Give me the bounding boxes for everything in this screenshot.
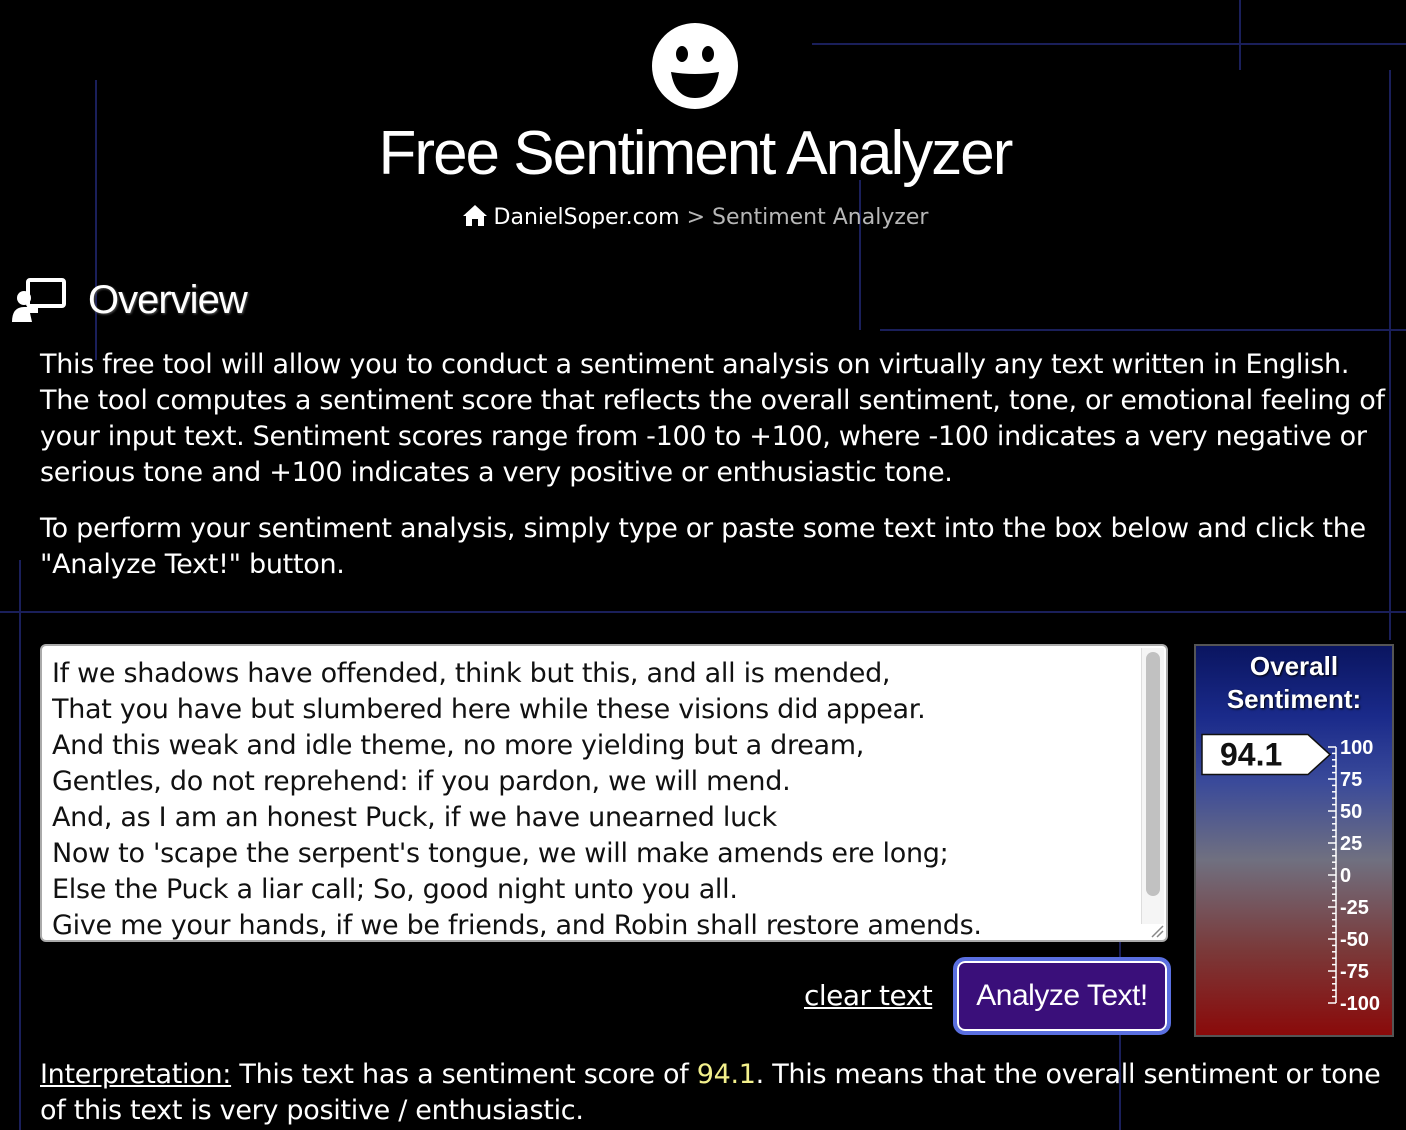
scrollbar-thumb[interactable]: [1146, 652, 1160, 896]
interpretation-score: 94.1: [696, 1059, 756, 1090]
gauge-tick-label: -100: [1340, 993, 1380, 1015]
interpretation: Interpretation: This text has a sentimen…: [40, 1057, 1390, 1129]
breadcrumb-separator: >: [686, 205, 706, 230]
gauge-tick-label: 75: [1340, 769, 1362, 791]
gauge-tick-label: -50: [1340, 929, 1369, 951]
gauge-tick-label: 25: [1340, 833, 1362, 855]
page-title: Free Sentiment Analyzer: [378, 119, 1014, 188]
textarea-scrollbar[interactable]: [1141, 648, 1164, 924]
breadcrumb-current: Sentiment Analyzer: [712, 205, 929, 230]
gauge-score: 94.1: [1220, 737, 1282, 773]
breadcrumb: DanielSoper.com > Sentiment Analyzer: [0, 202, 1390, 234]
input-textarea[interactable]: If we shadows have offended, think but t…: [40, 644, 1168, 942]
sentiment-gauge: Overall Sentiment: 100 75 50 25 0 -25 -50 -75 -1…: [1194, 644, 1394, 1037]
clear-text-link[interactable]: clear text: [804, 976, 933, 1016]
presentation-icon: [12, 278, 66, 322]
gauge-tick-label: -25: [1340, 897, 1369, 919]
breadcrumb-home-link[interactable]: DanielSoper.com: [494, 205, 680, 230]
interpretation-text-before: This text has a sentiment score of: [231, 1059, 697, 1090]
home-icon[interactable]: [462, 203, 488, 227]
gauge-tick-label: -75: [1340, 961, 1369, 983]
gauge-tick-label: 100: [1340, 737, 1373, 759]
interpretation-label: Interpretation:: [40, 1059, 232, 1090]
resize-grip-icon[interactable]: [1148, 922, 1164, 938]
overview-heading: Overview: [12, 272, 248, 328]
input-text[interactable]: If we shadows have offended, think but t…: [52, 656, 1136, 940]
overview-paragraph-2: To perform your sentiment analysis, simp…: [40, 513, 1366, 580]
overview-paragraph-1: This free tool will allow you to conduct…: [40, 349, 1385, 488]
analyze-text-button[interactable]: Analyze Text!: [953, 957, 1171, 1035]
gauge-tick-label: 0: [1340, 865, 1351, 887]
overview-title: Overview: [88, 277, 248, 322]
smiley-face-icon: [652, 23, 738, 109]
gauge-scale: 100 75 50 25 0 -25 -50 -75 -100 94.1: [1201, 733, 1380, 1015]
gauge-tick-label: 50: [1340, 801, 1362, 823]
page: Free Sentiment Analyzer DanielSoper.com …: [0, 0, 1406, 1130]
